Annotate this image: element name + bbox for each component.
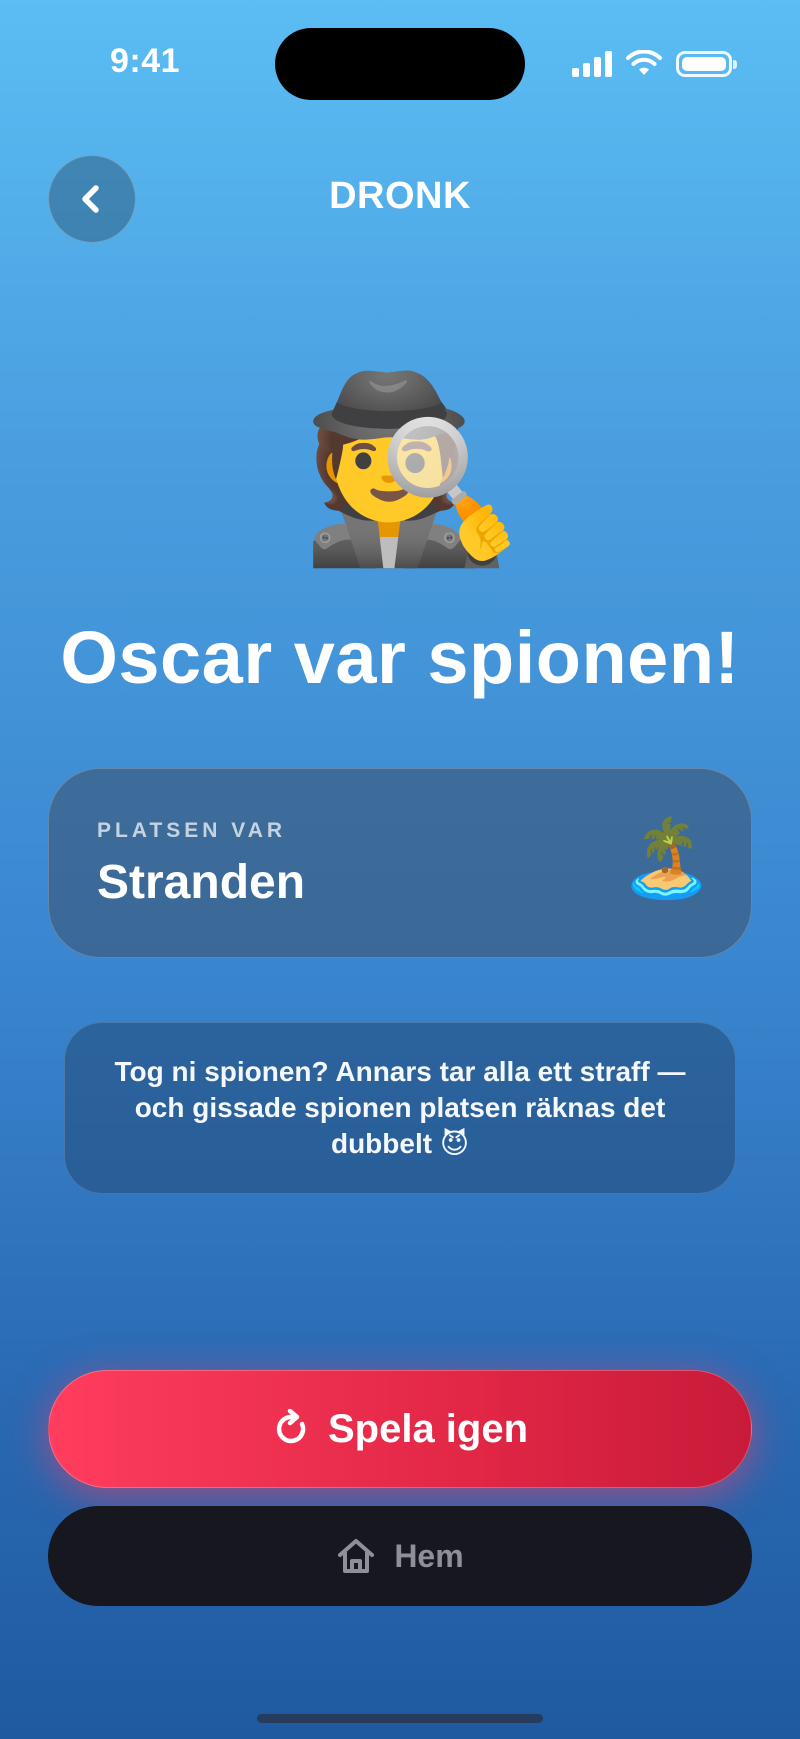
wifi-icon: [626, 50, 662, 75]
place-label: PLATSEN VAR: [97, 819, 287, 842]
house-icon: [338, 1539, 375, 1573]
status-time: 9:41: [110, 42, 181, 80]
chevron-left-icon: [82, 185, 99, 213]
dynamic-island: [275, 28, 525, 100]
battery-icon: [676, 51, 737, 77]
home-indicator[interactable]: [257, 1714, 543, 1723]
beach-island-icon: 🏝️: [619, 816, 714, 901]
cellular-signal-icon: [572, 51, 612, 77]
status-icons: [572, 46, 737, 82]
hint-card: Tog ni spionen? Annars tar alla ett stra…: [64, 1022, 736, 1194]
hint-text: Tog ni spionen? Annars tar alla ett stra…: [114, 1056, 686, 1159]
home-button[interactable]: Hem: [48, 1506, 752, 1606]
detective-emoji: 🕵️: [300, 369, 525, 570]
status-bar: 9:41: [0, 0, 800, 130]
result-headline: Oscar var spionen!: [60, 616, 740, 699]
play-again-button[interactable]: Spela igen: [48, 1370, 752, 1488]
play-again-label: Spela igen: [327, 1406, 529, 1451]
home-label: Hem: [394, 1537, 464, 1574]
place-name: Stranden: [97, 856, 306, 909]
refresh-icon: [276, 1409, 306, 1444]
place-card: PLATSEN VAR Stranden 🏝️: [48, 768, 752, 958]
app-title: DRONK: [329, 175, 471, 217]
back-button[interactable]: [48, 155, 136, 243]
